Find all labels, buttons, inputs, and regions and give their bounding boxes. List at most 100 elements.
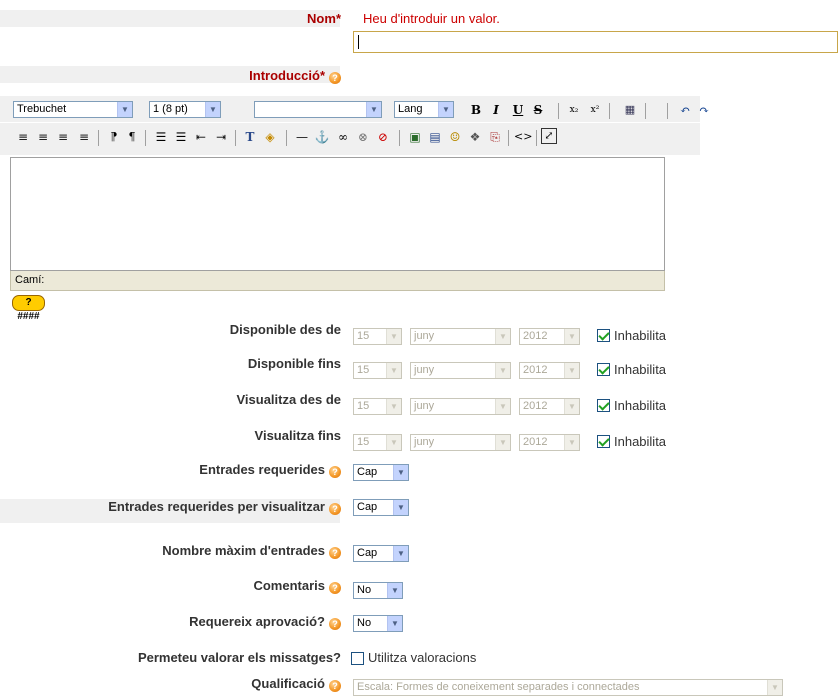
max-entries-label: Nombre màxim d'entrades?	[162, 543, 341, 559]
disable-checkbox-label: Inhabilita	[614, 434, 667, 449]
disable-checkbox-label: Inhabilita	[614, 362, 667, 377]
redo-icon[interactable]: ↷	[696, 101, 712, 119]
month-select[interactable]: juny ▼	[410, 398, 511, 415]
day-select[interactable]: 15 ▼	[353, 434, 402, 451]
link-icon[interactable]: ∞	[335, 128, 351, 146]
day-select[interactable]: 15 ▼	[353, 328, 402, 345]
approval-label: Requereix aprovació??	[189, 614, 341, 630]
disable-checkbox[interactable]	[597, 329, 610, 342]
year-select[interactable]: 2012 ▼	[519, 362, 580, 379]
help-icon[interactable]: ?	[329, 72, 341, 84]
help-icon[interactable]: ?	[329, 466, 341, 478]
date-row-label: Disponible des de	[229, 322, 341, 337]
editor-text-area[interactable]	[10, 157, 665, 271]
toolbar-separator	[98, 130, 99, 146]
name-error-message: Heu d'introduir un valor.	[363, 11, 500, 26]
subscript-icon[interactable]: x₂	[566, 101, 582, 119]
style-select[interactable]: ▼	[254, 101, 382, 118]
clean-word-icon[interactable]: ▦	[622, 101, 638, 119]
disable-checkbox-label: Inhabilita	[614, 398, 667, 413]
superscript-icon[interactable]: x²	[587, 101, 603, 119]
unordered-list-icon[interactable]: ☰	[173, 128, 189, 146]
editor-toolbar-row-2: ≡ ≡ ≡ ≡ ⁋ ¶ ☰ ☰ ⇤ ⇥ T ◈ — ⚓ ∞ ⊗ ⊘ ▣ ▤ ☺ …	[10, 128, 710, 150]
ratings-checkbox-label: Utilitza valoracions	[368, 650, 477, 665]
keyboard-shortcuts-button[interactable]: ? ####	[12, 295, 45, 322]
fullscreen-icon[interactable]: ⤢	[541, 128, 557, 144]
disable-checkbox[interactable]	[597, 399, 610, 412]
month-select[interactable]: juny ▼	[410, 362, 511, 379]
ratings-checkbox[interactable]	[351, 652, 364, 665]
month-select[interactable]: juny ▼	[410, 434, 511, 451]
toolbar-separator	[645, 103, 646, 119]
html-source-icon[interactable]: <>	[514, 128, 532, 146]
toolbar-separator	[399, 130, 400, 146]
grade-select[interactable]: Escala: Formes de coneixement separades …	[353, 679, 783, 696]
image-icon[interactable]: ▣	[407, 128, 423, 146]
toolbar-separator	[609, 103, 610, 119]
ordered-list-icon[interactable]: ☰	[153, 128, 169, 146]
search-replace-icon[interactable]: ⎘	[487, 128, 503, 146]
nolink-icon[interactable]: ⊘	[375, 128, 391, 146]
text-color-icon[interactable]: T	[242, 128, 258, 146]
indent-icon[interactable]: ⇥	[213, 128, 229, 146]
unlink-icon[interactable]: ⊗	[355, 128, 371, 146]
align-left-icon[interactable]: ≡	[15, 128, 31, 146]
underline-icon[interactable]: U	[510, 101, 526, 119]
bold-icon[interactable]: B	[468, 101, 484, 119]
bg-color-icon[interactable]: ◈	[262, 128, 278, 146]
intro-label: Introducció*?	[249, 68, 341, 84]
year-select[interactable]: 2012 ▼	[519, 398, 580, 415]
italic-icon[interactable]: I	[488, 101, 504, 119]
day-select[interactable]: 15 ▼	[353, 398, 402, 415]
max-entries-select[interactable]: Cap ▼	[353, 545, 409, 562]
rtl-icon[interactable]: ¶	[124, 128, 140, 146]
comments-select[interactable]: No ▼	[353, 582, 403, 599]
special-char-icon[interactable]: ❖	[467, 128, 483, 146]
required-to-view-select[interactable]: Cap ▼	[353, 499, 409, 516]
ltr-icon[interactable]: ⁋	[106, 128, 122, 146]
horizontal-rule-icon[interactable]: —	[294, 128, 310, 146]
help-icon[interactable]: ?	[329, 582, 341, 594]
month-select[interactable]: juny ▼	[410, 328, 511, 345]
help-icon[interactable]: ?	[329, 680, 341, 692]
approval-select[interactable]: No ▼	[353, 615, 403, 632]
name-label: Nom*	[307, 11, 341, 26]
date-row-label: Visualitza des de	[236, 392, 341, 407]
comments-label: Comentaris?	[253, 578, 341, 594]
toolbar-separator	[235, 130, 236, 146]
outdent-icon[interactable]: ⇤	[193, 128, 209, 146]
anchor-icon[interactable]: ⚓	[314, 128, 330, 146]
help-icon[interactable]: ?	[329, 503, 341, 515]
align-right-icon[interactable]: ≡	[55, 128, 71, 146]
grade-label: Qualificació?	[251, 676, 341, 692]
disable-checkbox[interactable]	[597, 363, 610, 376]
disable-checkbox[interactable]	[597, 435, 610, 448]
lang-select[interactable]: Lang ▼	[394, 101, 454, 118]
year-select[interactable]: 2012 ▼	[519, 328, 580, 345]
row-stripe	[0, 10, 340, 27]
help-icon[interactable]: ?	[329, 547, 341, 559]
toolbar-separator	[145, 130, 146, 146]
undo-icon[interactable]: ↶	[677, 101, 693, 119]
font-family-select[interactable]: Trebuchet ▼	[13, 101, 133, 118]
toolbar-separator	[667, 103, 668, 119]
toolbar-separator	[286, 130, 287, 146]
required-entries-select[interactable]: Cap ▼	[353, 464, 409, 481]
align-center-icon[interactable]: ≡	[35, 128, 51, 146]
toolbar-separator	[558, 103, 559, 119]
table-icon[interactable]: ▤	[427, 128, 443, 146]
strikethrough-icon[interactable]: S	[530, 101, 546, 119]
name-input[interactable]	[353, 31, 838, 53]
required-entries-label: Entrades requerides?	[199, 462, 341, 478]
help-icon[interactable]: ?	[329, 618, 341, 630]
day-select[interactable]: 15 ▼	[353, 362, 402, 379]
justify-icon[interactable]: ≡	[76, 128, 92, 146]
required-to-view-label: Entrades requerides per visualitzar?	[108, 499, 341, 515]
font-size-select[interactable]: 1 (8 pt) ▼	[149, 101, 221, 118]
disable-checkbox-label: Inhabilita	[614, 328, 667, 343]
year-select[interactable]: 2012 ▼	[519, 434, 580, 451]
editor-toolbar-row-1: Trebuchet ▼ 1 (8 pt) ▼ ▼ Lang ▼ B I U S x₂ …	[10, 101, 710, 123]
toolbar-separator	[536, 130, 537, 146]
smiley-icon[interactable]: ☺	[447, 128, 463, 146]
ratings-label: Permeteu valorar els missatges?	[137, 650, 341, 665]
